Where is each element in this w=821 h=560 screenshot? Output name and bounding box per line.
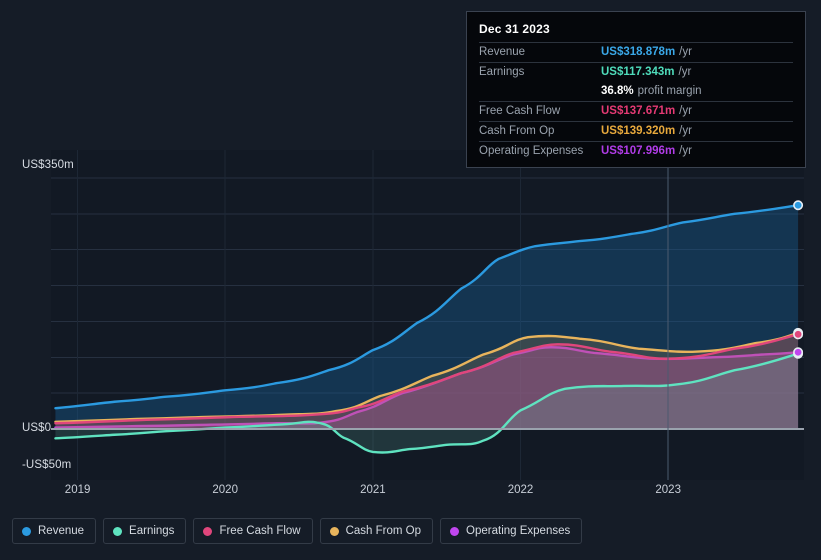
financial-performance-chart: US$350m US$0 -US$50m 2019 2020 2021 2022 202… (0, 0, 821, 560)
endpoint-marker-free-cash-flow[interactable] (793, 329, 804, 340)
tooltip-row-unit: /yr (678, 66, 692, 78)
tooltip-row-value: US$137.671m (601, 105, 676, 117)
tooltip-row: Operating Expenses US$107.996m/yr (479, 141, 793, 161)
tooltip-row: Earnings US$117.343m/yr (479, 62, 793, 82)
x-axis-tick-2023: 2023 (655, 484, 681, 496)
legend-item-operating-expenses[interactable]: Operating Expenses (440, 518, 583, 544)
legend-item-label: Cash From Op (345, 525, 422, 537)
y-axis-label-bottom: -US$50m (22, 459, 72, 471)
data-tooltip: Dec 31 2023 Revenue US$318.878m/yr Earning… (466, 11, 806, 168)
legend-item-free-cash-flow[interactable]: Free Cash Flow (193, 518, 313, 544)
legend-color-dot-icon (329, 526, 339, 536)
tooltip-row-label: Earnings (479, 66, 525, 78)
tooltip-row: Free Cash Flow US$137.671m/yr (479, 101, 793, 121)
tooltip-rows: Revenue US$318.878m/yr Earnings US$117.343m… (479, 42, 793, 161)
x-axis: 2019 2020 2021 2022 2023 (0, 484, 821, 504)
x-axis-tick-2022: 2022 (507, 484, 534, 496)
legend-color-dot-icon (113, 526, 123, 536)
chart-legend[interactable]: Revenue Earnings Free Cash Flow Cash From O… (12, 518, 583, 544)
legend-item-revenue[interactable]: Revenue (12, 518, 97, 544)
tooltip-row-value: US$117.343m (601, 66, 675, 78)
chart-svg (51, 150, 804, 480)
tooltip-profit-margin-label: profit margin (637, 85, 702, 97)
tooltip-row-unit: /yr (679, 145, 692, 157)
legend-color-dot-icon (450, 526, 460, 536)
tooltip-row: Cash From Op US$139.320m/yr (479, 121, 793, 141)
tooltip-row: Revenue US$318.878m/yr (479, 42, 793, 62)
endpoint-marker-revenue[interactable] (793, 200, 804, 211)
tooltip-date: Dec 31 2023 (479, 22, 550, 36)
tooltip-row-label: Cash From Op (479, 125, 555, 137)
legend-color-dot-icon (22, 526, 31, 536)
tooltip-row-unit: /yr (679, 125, 692, 137)
tooltip-row-unit: /yr (679, 105, 692, 117)
legend-item-label: Revenue (38, 525, 85, 537)
tooltip-row-label: Free Cash Flow (479, 105, 561, 117)
legend-item-label: Operating Expenses (466, 525, 571, 537)
x-axis-tick-2020: 2020 (212, 484, 238, 496)
chart-plot-area[interactable] (0, 150, 821, 480)
tooltip-row-value: US$318.878m (601, 46, 676, 58)
x-axis-tick-2021: 2021 (360, 484, 386, 496)
legend-item-label: Earnings (129, 525, 175, 537)
y-axis-label-top: US$350m (22, 159, 74, 171)
tooltip-row-value: US$139.320m (601, 125, 676, 137)
legend-item-label: Free Cash Flow (219, 525, 301, 537)
tooltip-profit-margin-value: 36.8% (601, 85, 634, 97)
tooltip-row-value: US$107.996m (601, 145, 676, 157)
x-axis-tick-2019: 2019 (64, 484, 91, 496)
legend-item-cash-from-op[interactable]: Cash From Op (319, 518, 434, 544)
tooltip-row: 36.8% profit margin (479, 82, 793, 101)
legend-item-earnings[interactable]: Earnings (103, 518, 187, 544)
legend-color-dot-icon (203, 526, 213, 536)
endpoint-marker-operating-expenses[interactable] (793, 347, 804, 358)
y-axis-label-zero: US$0 (22, 422, 52, 434)
tooltip-row-label: Revenue (479, 46, 526, 58)
tooltip-row-label: Operating Expenses (479, 145, 584, 157)
tooltip-row-unit: /yr (679, 46, 692, 58)
